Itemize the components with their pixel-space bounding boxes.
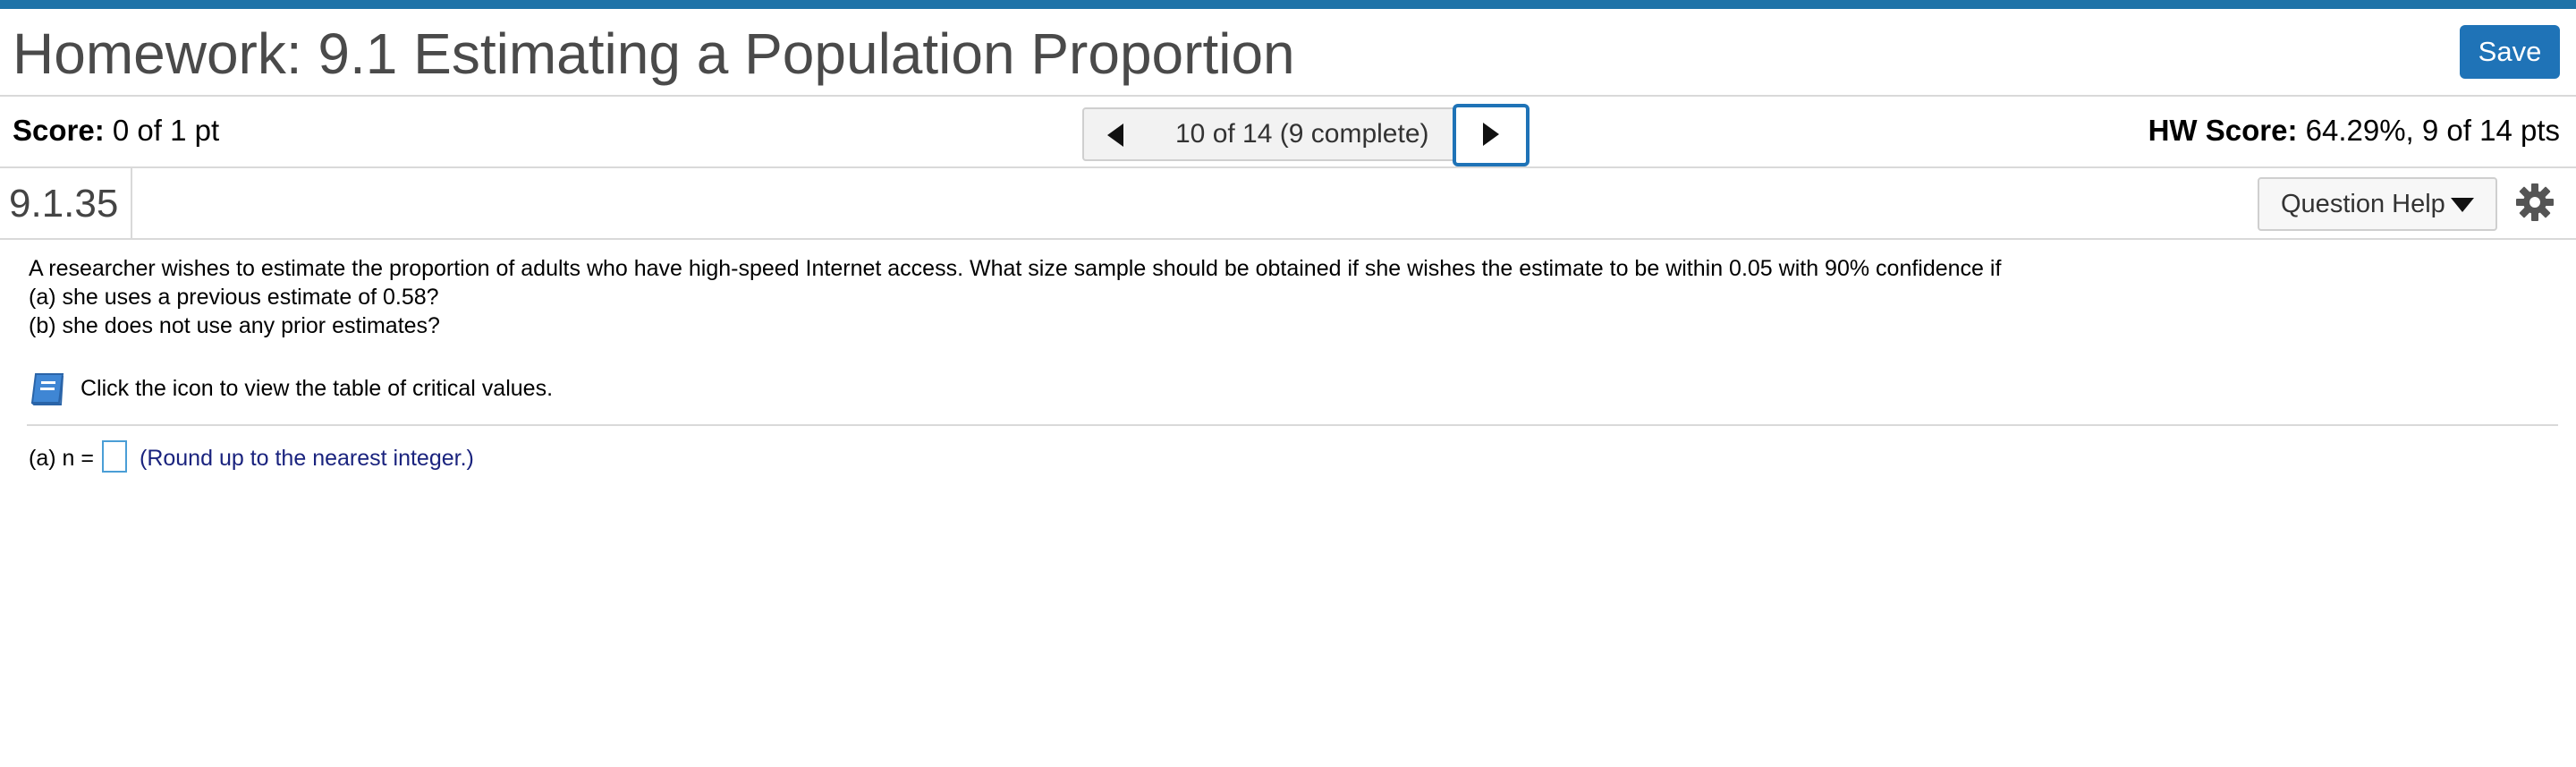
hw-score-value: 64.29%, 9 of 14 pts [2305,114,2560,147]
hw-score: HW Score: 64.29%, 9 of 14 pts [2148,113,2560,149]
question-text: A researcher wishes to estimate the prop… [29,254,2533,340]
chevron-down-icon [2451,198,2474,212]
question-select-label: 10 of 14 (9 complete) [1175,119,1429,149]
next-question-button[interactable] [1453,104,1530,166]
triangle-right-icon [1483,123,1499,146]
score: Score: 0 of 1 pt [13,113,219,149]
question-line: (a) she uses a previous estimate of 0.58… [29,285,439,310]
save-button[interactable]: Save [2460,25,2560,79]
book-icon[interactable] [29,371,68,406]
question-help-label: Question Help [2281,190,2445,218]
question-id: 9.1.35 [9,182,119,226]
hw-score-label: HW Score: [2148,114,2298,147]
question-bar: 9.1.35 Question Help [0,168,2576,240]
page-header: Homework: 9.1 Estimating a Population Pr… [0,9,2576,97]
answer-prefix: (a) n = [29,446,94,471]
question-help-button[interactable]: Question Help [2258,177,2497,231]
triangle-left-icon [1107,124,1123,147]
score-bar: Score: 0 of 1 pt 10 of 14 (9 complete) H… [0,97,2576,168]
question-line: (b) she does not use any prior estimates… [29,313,440,338]
top-accent-bar [0,0,2576,9]
question-line: A researcher wishes to estimate the prop… [29,256,2002,281]
content-divider [27,424,2558,426]
critical-values-text: Click the icon to view the table of crit… [80,376,554,401]
answer-hint: (Round up to the nearest integer.) [140,446,474,471]
page-title: Homework: 9.1 Estimating a Population Pr… [13,21,1295,86]
score-value: 0 of 1 pt [112,114,220,147]
answer-input[interactable] [102,440,127,473]
question-id-divider [131,168,132,238]
question-select-dropdown[interactable]: 10 of 14 (9 complete) [1145,107,1496,162]
score-label: Score: [13,114,105,147]
previous-question-button[interactable] [1082,107,1147,161]
gear-icon[interactable] [2515,183,2555,222]
